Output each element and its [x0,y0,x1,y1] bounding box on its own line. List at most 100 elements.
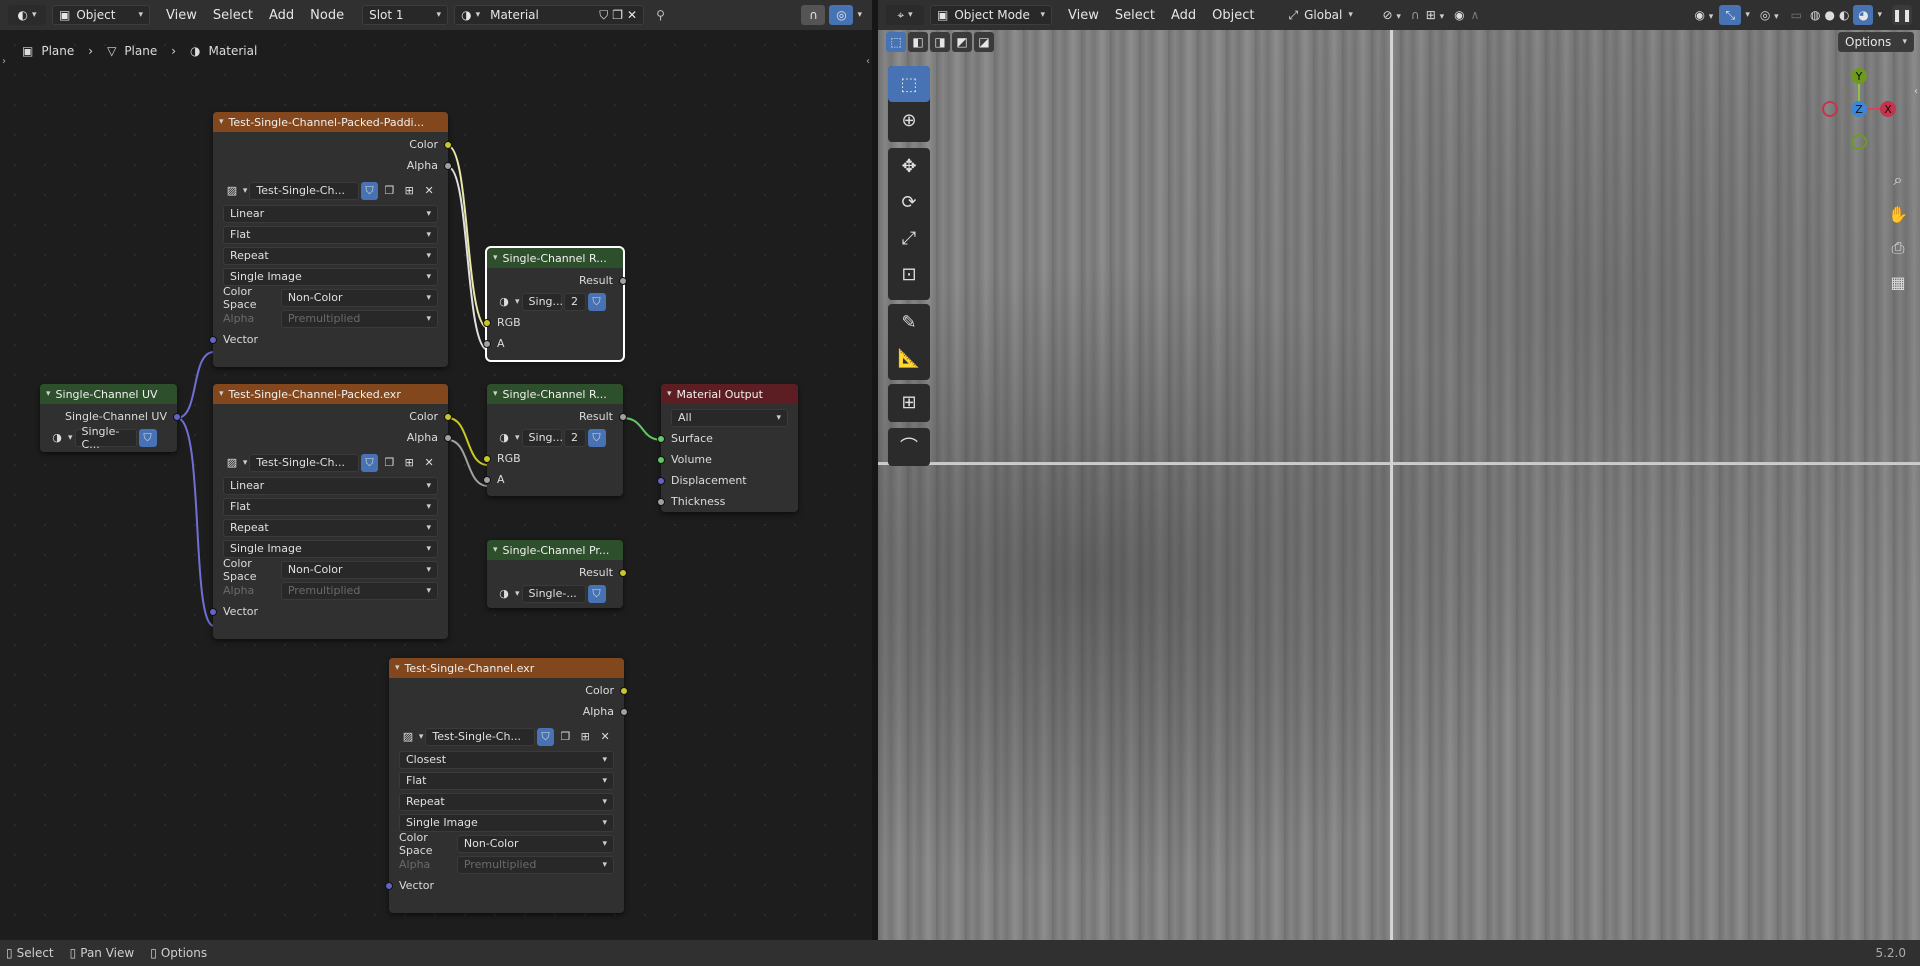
color-space-dropdown[interactable]: Non-Color ▾ [280,288,438,307]
overlay-dropdown-icon[interactable]: ▾ [857,10,862,20]
menu-view[interactable]: View [1060,8,1107,23]
output-result-socket[interactable] [619,568,627,577]
extension-dropdown[interactable]: Repeat ▾ [223,518,438,537]
fake-user-icon[interactable]: ⛉ [587,428,606,447]
select-new-icon[interactable]: ⬚ [886,32,906,52]
select-extend-icon[interactable]: ◧ [908,32,928,52]
source-dropdown[interactable]: Single Image ▾ [223,539,438,558]
node-editor-canvas[interactable]: ▣ Plane › ▽ Plane › ◑ Material › ‹ ▾ Test-Sing… [0,30,872,940]
menu-add[interactable]: Add [261,8,302,23]
menu-object[interactable]: Object [1204,8,1262,23]
duplicate-icon[interactable]: ❐ [556,728,574,746]
shading-dropdown-icon[interactable]: ▾ [1877,10,1882,20]
solid-shading-icon[interactable]: ● [1825,8,1835,22]
node-header[interactable]: ▾ Test-Single-Channel.exr [389,658,624,678]
projection-dropdown[interactable]: Flat ▾ [399,771,614,790]
fake-user-icon[interactable]: ⛉ [599,8,608,23]
pack-icon[interactable]: ⊞ [576,728,594,746]
fake-user-icon[interactable]: ⛉ [587,584,606,603]
interpolation-dropdown[interactable]: Linear ▾ [223,476,438,495]
color-space-dropdown[interactable]: Non-Color ▾ [456,834,614,853]
input-vector-socket[interactable] [209,607,217,616]
zoom-icon[interactable]: ⌕ [1884,166,1912,194]
output-alpha-socket[interactable] [444,433,452,442]
interpolation-dropdown[interactable]: Linear ▾ [223,204,438,223]
fake-user-icon[interactable]: ⛉ [536,727,555,746]
group-node-channel-pr[interactable]: ▾ Single-Channel Pr... Result ◑ ▾ Single-..… [487,540,627,608]
rotate-tool-icon[interactable]: ⟳ [888,184,930,220]
image-node-single-channel[interactable]: ▾ Test-Single-Channel.exr Color Alpha ▨ ▾ … [385,658,628,913]
pin-icon[interactable]: ⚲ [656,8,665,22]
mode-dropdown[interactable]: ▣ Object Mode ▾ [930,5,1052,25]
move-tool-icon[interactable]: ✥ [888,148,930,184]
node-header[interactable]: ▾ Single-Channel Pr... [487,540,623,560]
duplicate-icon[interactable]: ❐ [612,8,623,22]
input-volume-socket[interactable] [657,455,665,464]
group-name-field[interactable]: Single-C... [74,425,137,451]
group-name-field[interactable]: Sing... [521,292,563,311]
annotate-tool-icon[interactable]: ✎ [888,304,930,340]
menu-select[interactable]: Select [205,8,261,23]
gizmo-toggle-icon[interactable]: ⤡ [1719,5,1742,25]
extension-dropdown[interactable]: Repeat ▾ [399,792,614,811]
image-node-packed-padding[interactable]: ▾ Test-Single-Channel-Packed-Paddi... Col… [209,112,452,367]
snap-target-icon[interactable]: ⊞ ▾ [1426,8,1444,22]
fake-user-icon[interactable]: ⛉ [138,428,157,447]
node-group-icon[interactable]: ◑ [495,429,513,447]
fake-user-icon[interactable]: ⛉ [587,292,606,311]
object-type-dropdown[interactable]: ▣ Object ▾ [52,5,150,25]
node-header[interactable]: ▾ Test-Single-Channel-Packed-Paddi... [213,112,448,132]
options-dropdown[interactable]: Options ▾ [1838,32,1914,52]
editor-type-button[interactable]: ◐ ▾ [8,5,46,25]
overlays-icon[interactable]: ◎ ▾ [1760,8,1779,22]
gizmo-dropdown-icon[interactable]: ▾ [1745,10,1750,20]
wireframe-shading-icon[interactable]: ◍ [1810,8,1820,22]
camera-view-icon[interactable]: ⎙ [1884,234,1912,262]
interpolation-dropdown[interactable]: Closest ▾ [399,750,614,769]
output-alpha-socket[interactable] [620,707,628,716]
node-header[interactable]: ▾ Test-Single-Channel-Packed.exr [213,384,448,404]
menu-node[interactable]: Node [302,8,352,23]
material-shading-icon[interactable]: ◐ [1839,8,1849,22]
node-group-icon[interactable]: ◑ [48,429,66,447]
output-result-socket[interactable] [619,276,627,285]
curve-tool-icon[interactable]: ⌒ [888,428,930,464]
input-displacement-socket[interactable] [657,476,665,485]
navigation-gizmo[interactable]: Y X Z [1814,64,1904,154]
menu-add[interactable]: Add [1163,8,1204,23]
unlink-icon[interactable]: ✕ [596,728,614,746]
scale-tool-icon[interactable]: ⤢ [888,220,930,256]
xray-icon[interactable]: ▭ [1791,8,1802,22]
select-invert-icon[interactable]: ◩ [952,32,972,52]
input-vector-socket[interactable] [209,335,217,344]
node-header[interactable]: ▾ Single-Channel R... [487,384,623,404]
gizmo-neg-x[interactable] [1822,101,1838,117]
node-group-icon[interactable]: ◑ [495,585,513,603]
input-vector-socket[interactable] [385,881,393,890]
user-count[interactable]: 2 [563,428,586,447]
output-result-socket[interactable] [619,412,627,421]
viewport-3d[interactable]: ⬚ ◧ ◨ ◩ ◪ Options ▾ Y X Z ⌕ ✋ ⎙ ▦ ‹ [878,30,1920,940]
node-header[interactable]: ▾ Single-Channel R... [487,248,623,268]
pivot-icon[interactable]: ⊘ ▾ [1382,8,1400,22]
pack-icon[interactable]: ⊞ [400,182,418,200]
output-color-socket[interactable] [620,686,628,695]
node-header[interactable]: ▾ Material Output [661,384,798,404]
source-dropdown[interactable]: Single Image ▾ [223,267,438,286]
sidebar-toggle-icon[interactable]: ‹ [1914,86,1918,97]
input-a-socket[interactable] [483,339,491,348]
unlink-icon[interactable]: ✕ [627,8,637,22]
proportional-edit-icon[interactable]: ◉ [1454,8,1464,22]
projection-dropdown[interactable]: Flat ▾ [223,225,438,244]
output-uv-socket[interactable] [173,412,181,421]
editor-type-button[interactable]: ⌖ ▾ [886,5,924,25]
perspective-grid-icon[interactable]: ▦ [1884,268,1912,296]
target-dropdown[interactable]: All ▾ [671,408,788,427]
transform-tool-icon[interactable]: ⊡ [888,256,930,292]
source-dropdown[interactable]: Single Image ▾ [399,813,614,832]
output-color-socket[interactable] [444,412,452,421]
image-browse-icon[interactable]: ▨ [223,454,241,472]
select-box-tool-icon[interactable]: ⬚ [888,66,930,102]
material-selector[interactable]: ◑ ▾ Material ⛉ ❐ ✕ [454,5,645,25]
output-alpha-socket[interactable] [444,161,452,170]
